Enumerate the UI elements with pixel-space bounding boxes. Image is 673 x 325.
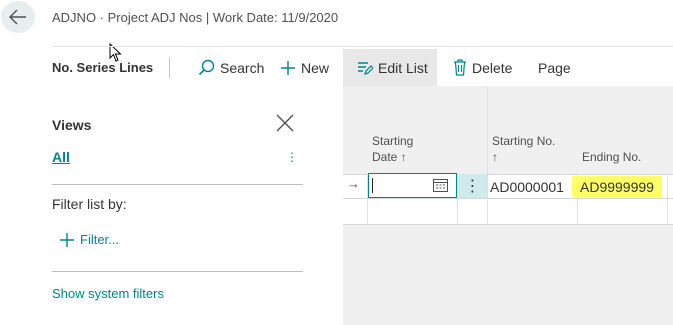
calendar-icon[interactable] [433, 178, 448, 192]
column-header-starting-no[interactable]: Starting No. ↑ [492, 133, 555, 165]
back-arrow-icon [9, 9, 26, 25]
page-part-title: No. Series Lines [52, 60, 154, 75]
new-label: New [301, 59, 330, 76]
search-icon [198, 59, 215, 76]
row-actions-menu-icon[interactable]: ⋮ [458, 174, 487, 198]
page-menu-button[interactable]: Page [538, 49, 571, 86]
plus-icon [281, 60, 295, 75]
add-filter-label: Filter... [80, 232, 120, 247]
close-views-button[interactable] [276, 114, 294, 137]
page: ADJNO · Project ADJ Nos | Work Date: 11/… [0, 0, 673, 325]
column-header-starting-date[interactable]: Starting Date ↑ [372, 133, 413, 165]
cell-divider [667, 175, 668, 198]
starting-date-input[interactable] [368, 173, 457, 198]
column-divider [487, 86, 488, 178]
delete-label: Delete [472, 59, 513, 76]
view-all-link[interactable]: All [52, 149, 70, 165]
cell-divider [667, 199, 668, 224]
page-label: Page [538, 59, 571, 76]
trash-icon [454, 59, 466, 76]
action-bar-separator [169, 57, 170, 78]
column-header-ending-no[interactable]: Ending No. [582, 149, 641, 165]
show-system-filters-link[interactable]: Show system filters [52, 286, 164, 301]
search-button[interactable]: Search [198, 49, 264, 86]
close-icon [276, 114, 294, 132]
column-header-line: ↑ [492, 150, 498, 164]
action-bar: No. Series Lines Search New Edit List De… [52, 46, 673, 86]
ending-no-cell[interactable]: AD9999999 [580, 179, 654, 195]
edit-list-icon [358, 61, 373, 75]
cell-divider [367, 199, 368, 224]
new-button[interactable]: New [280, 49, 329, 86]
view-all-menu-icon[interactable]: ⋮ [286, 150, 298, 164]
filter-list-by-label: Filter list by: [52, 196, 127, 212]
add-filter-button[interactable]: Filter... [60, 232, 119, 247]
text-caret [372, 178, 373, 193]
column-header-line: Date ↑ [372, 150, 407, 164]
table-row-new[interactable] [343, 199, 673, 225]
row-indicator-arrow-icon: → [347, 176, 360, 191]
cell-divider [457, 199, 458, 224]
views-divider [52, 184, 303, 185]
back-button[interactable] [1, 1, 35, 33]
delete-button[interactable]: Delete [453, 49, 512, 86]
cell-divider [577, 199, 578, 224]
plus-icon [60, 232, 74, 247]
column-header-line: Starting [372, 134, 414, 148]
page-title: ADJNO · Project ADJ Nos | Work Date: 11/… [52, 10, 339, 25]
search-label: Search [220, 59, 265, 76]
views-divider [52, 271, 303, 272]
edit-list-button[interactable]: Edit List [343, 49, 437, 86]
cell-divider [487, 175, 488, 198]
starting-no-cell[interactable]: AD0000001 [490, 179, 564, 195]
edit-list-label: Edit List [378, 59, 428, 76]
views-title: Views [52, 117, 92, 133]
column-header-line: Starting No. [492, 134, 556, 148]
cell-divider [487, 199, 488, 224]
